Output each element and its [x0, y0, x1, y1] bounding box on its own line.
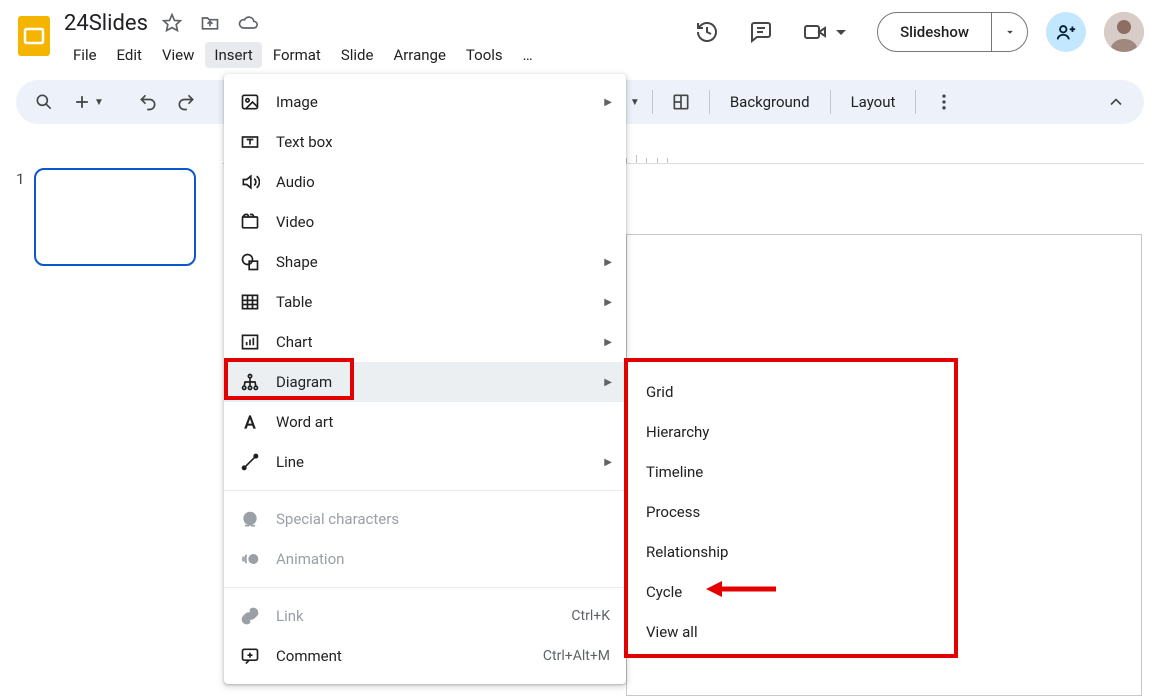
insert-item-table[interactable]: Table ▶ [224, 282, 626, 322]
cloud-status-icon[interactable] [234, 9, 262, 37]
menu-item-label: Line [276, 453, 304, 471]
diagram-option-hierarchy[interactable]: Hierarchy [626, 412, 958, 452]
account-avatar[interactable] [1104, 12, 1144, 52]
menu-shortcut: Ctrl+K [571, 608, 610, 624]
comments-icon[interactable] [743, 14, 779, 50]
menu-overflow[interactable]: … [514, 42, 542, 68]
more-options-icon[interactable] [928, 86, 960, 118]
history-icon[interactable] [689, 14, 725, 50]
insert-item-word-art[interactable]: Word art [224, 402, 626, 442]
menu-item-label: Word art [276, 413, 333, 431]
audio-icon [240, 172, 260, 192]
submenu-arrow-icon: ▶ [604, 377, 612, 388]
menu-format[interactable]: Format [264, 42, 330, 68]
shape-icon [240, 252, 260, 272]
submenu-arrow-icon: ▶ [604, 297, 612, 308]
menu-file[interactable]: File [64, 42, 106, 68]
menu-arrange[interactable]: Arrange [384, 42, 454, 68]
link-icon [240, 606, 260, 626]
search-menus-icon[interactable] [28, 86, 60, 118]
slideshow-label: Slideshow [900, 23, 969, 41]
chart-icon [240, 332, 260, 352]
insert-item-chart[interactable]: Chart ▶ [224, 322, 626, 362]
menu-shortcut: Ctrl+Alt+M [543, 648, 610, 664]
header: 24Slides File Edit View Insert Format Sl… [0, 0, 1160, 74]
diagram-option-view-all[interactable]: View all [626, 612, 958, 652]
omega-icon [240, 509, 260, 529]
insert-item-link: Link Ctrl+K [224, 596, 626, 636]
diagram-option-timeline[interactable]: Timeline [626, 452, 958, 492]
title-block: 24Slides File Edit View Insert Format Sl… [64, 8, 689, 68]
redo-button[interactable] [170, 86, 202, 118]
menu-item-label: Chart [276, 333, 313, 351]
insert-item-image[interactable]: Image ▶ [224, 82, 626, 122]
menu-item-label: Image [276, 93, 318, 111]
meet-button[interactable] [797, 14, 859, 50]
layout-button[interactable]: Layout [843, 93, 904, 111]
diagram-option-grid[interactable]: Grid [626, 372, 958, 412]
insert-item-video[interactable]: Video [224, 202, 626, 242]
menu-item-label: Special characters [276, 510, 399, 528]
insert-item-comment[interactable]: Comment Ctrl+Alt+M [224, 636, 626, 676]
insert-item-special-characters: Special characters [224, 499, 626, 539]
move-icon[interactable] [196, 9, 224, 37]
menu-item-label: Diagram [276, 373, 332, 391]
submenu-arrow-icon: ▶ [604, 97, 612, 108]
slideshow-dropdown[interactable] [991, 13, 1027, 51]
image-icon [240, 92, 260, 112]
insert-item-line[interactable]: Line ▶ [224, 442, 626, 482]
theme-button[interactable] [665, 86, 697, 118]
insert-item-animation: Animation [224, 539, 626, 579]
menu-edit[interactable]: Edit [108, 42, 151, 68]
table-icon [240, 292, 260, 312]
menu-item-label: Text box [276, 133, 333, 151]
menu-item-label: Video [276, 213, 314, 231]
menu-insert[interactable]: Insert [205, 42, 261, 68]
diagram-option-relationship[interactable]: Relationship [626, 532, 958, 572]
menu-bar: File Edit View Insert Format Slide Arran… [64, 42, 689, 68]
menu-tools[interactable]: Tools [457, 42, 512, 68]
menu-slide[interactable]: Slide [332, 42, 383, 68]
insert-item-audio[interactable]: Audio [224, 162, 626, 202]
menu-item-label: Shape [276, 253, 318, 271]
line-icon [240, 452, 260, 472]
motion-icon [240, 549, 260, 569]
diagram-submenu: GridHierarchyTimelineProcessRelationship… [626, 360, 958, 658]
background-button[interactable]: Background [722, 93, 818, 111]
slide-thumbnail[interactable] [34, 168, 196, 266]
new-slide-button[interactable]: ▼ [66, 86, 110, 118]
submenu-arrow-icon: ▶ [604, 257, 612, 268]
filmstrip: 1 [16, 168, 216, 266]
slides-logo[interactable] [16, 12, 52, 60]
document-title[interactable]: 24Slides [64, 11, 148, 36]
slideshow-button[interactable]: Slideshow [877, 12, 1028, 52]
diagram-icon [240, 372, 260, 392]
share-button[interactable] [1046, 12, 1086, 52]
menu-item-label: Comment [276, 647, 342, 665]
submenu-arrow-icon: ▶ [604, 337, 612, 348]
slide-number: 1 [16, 168, 24, 188]
wordart-icon [240, 412, 260, 432]
undo-button[interactable] [132, 86, 164, 118]
insert-item-diagram[interactable]: Diagram ▶ [224, 362, 626, 402]
insert-item-text-box[interactable]: Text box [224, 122, 626, 162]
star-icon[interactable] [158, 9, 186, 37]
insert-menu-dropdown: Image▶Text boxAudioVideoShape▶Table▶Char… [224, 74, 626, 684]
insert-item-shape[interactable]: Shape ▶ [224, 242, 626, 282]
menu-item-label: Table [276, 293, 312, 311]
comment-icon [240, 646, 260, 666]
diagram-option-cycle[interactable]: Cycle [626, 572, 958, 612]
menu-item-label: Animation [276, 550, 344, 568]
collapse-toolbar-icon[interactable] [1100, 86, 1132, 118]
menu-view[interactable]: View [153, 42, 203, 68]
menu-item-label: Audio [276, 173, 315, 191]
diagram-option-process[interactable]: Process [626, 492, 958, 532]
menu-item-label: Link [276, 607, 304, 625]
textbox-icon [240, 132, 260, 152]
submenu-arrow-icon: ▶ [604, 457, 612, 468]
video-icon [240, 212, 260, 232]
